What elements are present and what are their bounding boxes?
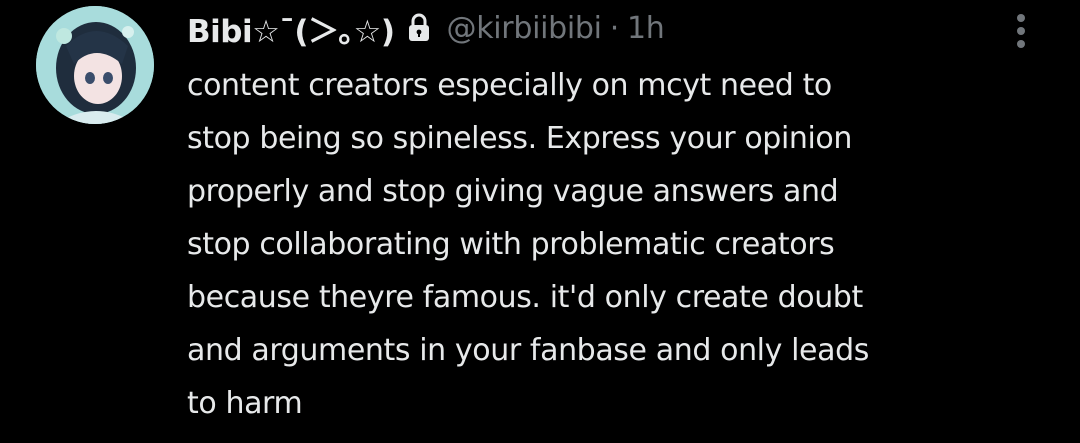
display-name[interactable]: Bibi☆¯(＞｡☆) bbox=[187, 6, 395, 51]
tweet[interactable]: Bibi☆¯(＞｡☆) @kirbiibibi · 1h content cre… bbox=[0, 0, 1080, 443]
timestamp[interactable]: 1h bbox=[627, 11, 665, 46]
more-vertical-icon[interactable] bbox=[1010, 12, 1032, 52]
user-handle[interactable]: @kirbiibibi bbox=[447, 11, 603, 46]
separator-dot: · bbox=[609, 10, 620, 46]
avatar[interactable] bbox=[36, 6, 154, 124]
tweet-text: content creators especially on mcyt need… bbox=[187, 68, 869, 421]
lock-icon bbox=[407, 13, 431, 43]
anime-avatar-icon bbox=[36, 6, 154, 124]
tweet-header: Bibi☆¯(＞｡☆) @kirbiibibi · 1h bbox=[187, 4, 665, 52]
